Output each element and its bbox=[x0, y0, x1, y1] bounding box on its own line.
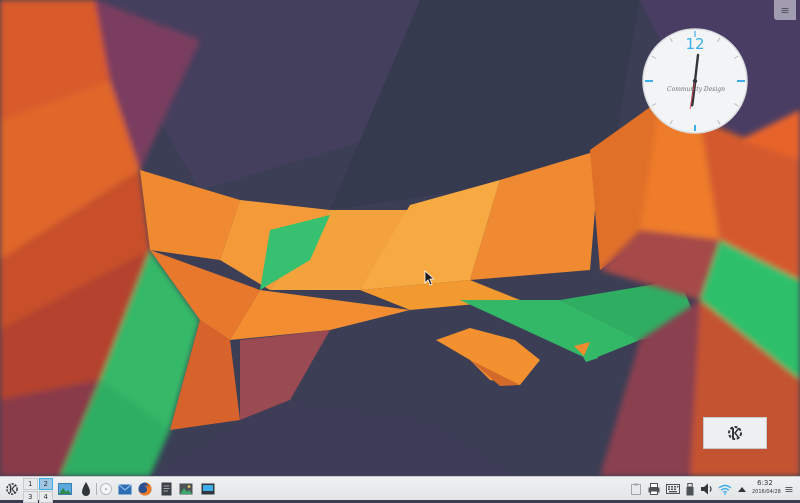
tray-volume[interactable] bbox=[700, 480, 714, 498]
application-launcher-button[interactable] bbox=[3, 480, 21, 498]
clock-time: 6:32 bbox=[757, 479, 773, 487]
digital-clock[interactable]: 6:32 2016/04/28 bbox=[752, 479, 781, 497]
clock-numeral: 12 bbox=[685, 35, 704, 53]
task-screenshot-app[interactable] bbox=[200, 480, 216, 498]
clock-brand-label: Community Design bbox=[667, 86, 725, 93]
usb-drive-icon bbox=[686, 482, 694, 495]
tray-keyboard[interactable] bbox=[665, 480, 681, 498]
wifi-icon bbox=[718, 484, 732, 495]
screenshot-app-icon bbox=[201, 483, 215, 495]
tray-removable-devices[interactable] bbox=[684, 480, 696, 498]
task-mail-client[interactable] bbox=[117, 480, 133, 498]
task-image-app[interactable] bbox=[178, 480, 194, 498]
tray-clipboard[interactable] bbox=[630, 480, 642, 498]
tray-expand-button[interactable] bbox=[737, 480, 747, 498]
taskbar-separator bbox=[96, 483, 97, 495]
clipboard-icon bbox=[631, 483, 641, 495]
plasma-desktop-logo bbox=[703, 417, 767, 449]
task-krita[interactable] bbox=[79, 480, 93, 498]
pager-desktop-4[interactable]: 4 bbox=[38, 491, 53, 503]
kde-logo-icon bbox=[728, 426, 742, 440]
panel-menu-button[interactable]: ≡ bbox=[783, 480, 795, 498]
pager-desktop-2[interactable]: 2 bbox=[38, 478, 53, 490]
task-image-viewer[interactable] bbox=[57, 480, 73, 498]
document-icon bbox=[161, 482, 171, 496]
volume-icon bbox=[700, 483, 712, 495]
disc-icon bbox=[100, 483, 112, 495]
image-app-icon bbox=[179, 483, 193, 495]
virtual-desktop-pager[interactable]: 1 2 3 4 bbox=[23, 478, 53, 503]
analog-clock-widget[interactable]: 12 Community Design bbox=[641, 27, 749, 135]
taskbar-panel: 1 2 3 4 6:32 2016/04/28 ≡ bbox=[0, 476, 800, 503]
desktop-toolbox-button[interactable]: ≡ bbox=[774, 0, 796, 20]
mouse-cursor-icon bbox=[424, 270, 434, 286]
mail-client-icon bbox=[118, 484, 132, 495]
image-viewer-icon bbox=[58, 483, 72, 495]
expand-tray-icon bbox=[738, 487, 746, 492]
tray-network[interactable] bbox=[717, 480, 733, 498]
kde-logo-icon bbox=[6, 483, 18, 495]
tray-printer[interactable] bbox=[647, 480, 661, 498]
task-firefox[interactable] bbox=[137, 480, 153, 498]
task-disc[interactable] bbox=[99, 480, 113, 498]
krita-icon bbox=[82, 482, 90, 496]
firefox-icon bbox=[138, 482, 152, 496]
clock-date: 2016/04/28 bbox=[752, 489, 781, 495]
keyboard-icon bbox=[666, 484, 680, 494]
pager-desktop-3[interactable]: 3 bbox=[23, 491, 38, 503]
pager-desktop-1[interactable]: 1 bbox=[23, 478, 38, 490]
hamburger-menu-icon: ≡ bbox=[780, 3, 790, 17]
task-document[interactable] bbox=[159, 480, 173, 498]
printer-icon bbox=[648, 483, 660, 495]
